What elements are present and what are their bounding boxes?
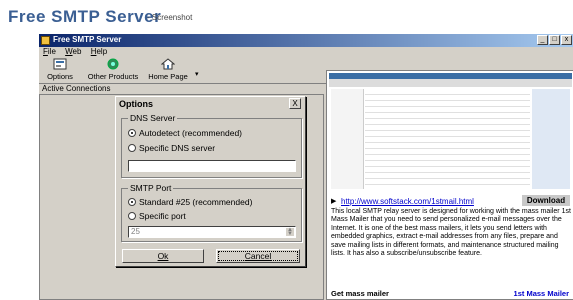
close-button[interactable]: x bbox=[561, 35, 572, 45]
get-mass-mailer-label: Get mass mailer bbox=[331, 289, 389, 298]
product-description: This local SMTP relay server is designed… bbox=[331, 208, 571, 258]
cancel-button[interactable]: Cancel bbox=[216, 249, 300, 263]
menu-web[interactable]: Web bbox=[65, 47, 81, 56]
softstack-link[interactable]: http://www.softstack.com/1stmail.html bbox=[341, 197, 474, 206]
radio-empty-icon bbox=[128, 144, 136, 152]
active-connections-label: Active Connections bbox=[42, 84, 111, 93]
other-products-label: Other Products bbox=[87, 72, 139, 81]
radio-selected-icon bbox=[128, 198, 136, 206]
first-mass-mailer-link[interactable]: 1st Mass Mailer bbox=[514, 289, 569, 298]
home-icon bbox=[161, 58, 175, 70]
radio-empty-icon bbox=[128, 212, 136, 220]
minimize-button[interactable]: _ bbox=[537, 35, 548, 45]
menubar: File Web Help bbox=[39, 47, 110, 57]
smtp-legend: SMTP Port bbox=[128, 183, 174, 193]
dialog-close-button[interactable]: X bbox=[289, 98, 301, 109]
dns-specific-radio[interactable]: Specific DNS server bbox=[128, 143, 215, 153]
smtp-specific-radio[interactable]: Specific port bbox=[128, 211, 186, 221]
products-icon bbox=[107, 58, 119, 70]
smtp-standard-radio[interactable]: Standard #25 (recommended) bbox=[128, 197, 252, 207]
options-button[interactable]: Options bbox=[45, 58, 75, 81]
download-button[interactable]: Download bbox=[522, 195, 570, 206]
page-subtitle: - Screenshot bbox=[147, 13, 193, 22]
ok-button[interactable]: Ok bbox=[122, 249, 204, 263]
spinner-icon[interactable]: ▲ ▼ bbox=[286, 227, 294, 237]
toolbar-dropdown-icon[interactable]: ▾ bbox=[195, 70, 199, 78]
dns-server-input[interactable] bbox=[128, 160, 296, 172]
dns-legend: DNS Server bbox=[128, 113, 178, 123]
dns-server-group: DNS Server Autodetect (recommended) Spec… bbox=[121, 113, 302, 178]
menu-help[interactable]: Help bbox=[91, 47, 107, 56]
page-title: Free SMTP Server bbox=[8, 7, 162, 26]
dns-autodetect-radio[interactable]: Autodetect (recommended) bbox=[128, 128, 242, 138]
options-dialog: Options X DNS Server Autodetect (recomme… bbox=[115, 96, 306, 267]
page-header: Free SMTP Server - Screenshot bbox=[0, 0, 573, 34]
window-titlebar[interactable]: Free SMTP Server _ □ x bbox=[39, 34, 573, 47]
app-icon bbox=[41, 36, 50, 45]
other-products-button[interactable]: Other Products bbox=[87, 58, 139, 81]
options-label: Options bbox=[47, 72, 73, 81]
menu-file[interactable]: File bbox=[43, 47, 56, 56]
smtp-port-input[interactable]: 25 ▲ ▼ bbox=[128, 226, 296, 238]
maximize-button[interactable]: □ bbox=[549, 35, 560, 45]
options-icon bbox=[53, 58, 67, 70]
window-title: Free SMTP Server bbox=[53, 35, 122, 44]
smtp-port-group: SMTP Port Standard #25 (recommended) Spe… bbox=[121, 183, 302, 242]
embedded-screenshot bbox=[329, 73, 572, 193]
home-page-label: Home Page bbox=[148, 72, 188, 81]
preview-pane: ▶ http://www.softstack.com/1stmail.html … bbox=[326, 70, 573, 300]
radio-selected-icon bbox=[128, 129, 136, 137]
home-page-button[interactable]: Home Page bbox=[147, 58, 189, 81]
link-arrow-icon: ▶ bbox=[331, 198, 337, 205]
dialog-title: Options bbox=[119, 99, 153, 109]
